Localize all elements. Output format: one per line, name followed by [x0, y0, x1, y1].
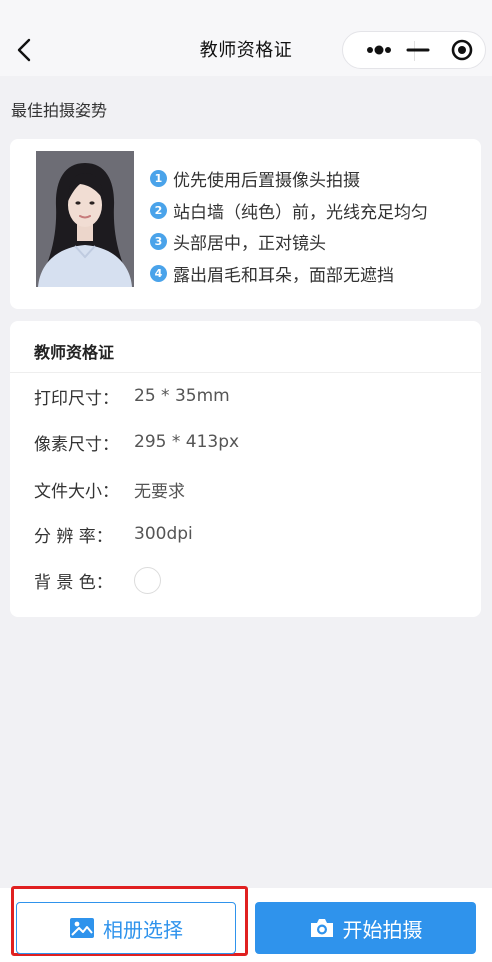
guide-card: 1 优先使用后置摄像头拍摄 2 站白墙（纯色）前，光线充足均匀 3 头部居中，正… — [10, 139, 481, 309]
divider — [10, 372, 481, 373]
tips-list: 1 优先使用后置摄像头拍摄 2 站白墙（纯色）前，光线充足均匀 3 头部居中，正… — [150, 163, 428, 289]
nav-bar: 教师资格证 — [0, 0, 492, 76]
tip-number-badge: 3 — [150, 233, 167, 251]
spec-row-pixel-size: 像素尺寸： 295 * 413px — [34, 430, 240, 455]
mini-program-capsule — [342, 31, 486, 69]
image-icon — [69, 917, 95, 939]
more-icon[interactable] — [353, 36, 405, 64]
sample-portrait-photo — [36, 151, 134, 287]
spec-label: 分 辨 率： — [34, 526, 113, 547]
spec-row-resolution: 分 辨 率： 300dpi — [34, 522, 193, 547]
tip-item: 4 露出眉毛和耳朵，面部无遮挡 — [150, 258, 428, 290]
spec-row-file-size: 文件大小： 无要求 — [34, 477, 185, 502]
tip-number-badge: 4 — [150, 264, 167, 282]
start-shooting-button[interactable]: 开始拍摄 — [255, 902, 476, 954]
tip-text: 露出眉毛和耳朵，面部无遮挡 — [173, 265, 394, 286]
spec-value: 25 * 35mm — [134, 386, 230, 406]
tip-number-badge: 2 — [150, 201, 167, 219]
tip-number-badge: 1 — [150, 170, 167, 188]
spec-title: 教师资格证 — [34, 343, 115, 362]
background-color-swatch — [134, 566, 161, 594]
start-shooting-label: 开始拍摄 — [342, 917, 423, 942]
tip-item: 1 优先使用后置摄像头拍摄 — [150, 163, 428, 195]
spec-row-print-size: 打印尺寸： 25 * 35mm — [34, 384, 230, 409]
spec-row-background-color: 背 景 色： — [34, 566, 161, 594]
album-select-label: 相册选择 — [103, 917, 183, 942]
album-select-button[interactable]: 相册选择 — [16, 902, 236, 954]
spec-label: 像素尺寸： — [34, 434, 119, 455]
spec-label: 背 景 色： — [34, 572, 113, 593]
close-target-icon[interactable] — [443, 36, 481, 64]
spec-value: 300dpi — [134, 524, 193, 544]
tip-item: 2 站白墙（纯色）前，光线充足均匀 — [150, 195, 428, 227]
minimize-icon[interactable] — [403, 36, 433, 64]
tip-text: 优先使用后置摄像头拍摄 — [173, 171, 360, 192]
camera-icon — [309, 917, 335, 939]
tip-text: 站白墙（纯色）前，光线充足均匀 — [173, 202, 428, 223]
spec-label: 文件大小： — [34, 481, 119, 502]
spec-card: 教师资格证 打印尺寸： 25 * 35mm 像素尺寸： 295 * 413px … — [10, 321, 481, 617]
guide-heading: 最佳拍摄姿势 — [11, 101, 108, 120]
tip-text: 头部居中，正对镜头 — [173, 234, 326, 255]
spec-value: 295 * 413px — [134, 432, 240, 452]
spec-label: 打印尺寸： — [34, 388, 119, 409]
spec-value: 无要求 — [134, 481, 185, 502]
tip-item: 3 头部居中，正对镜头 — [150, 226, 428, 258]
